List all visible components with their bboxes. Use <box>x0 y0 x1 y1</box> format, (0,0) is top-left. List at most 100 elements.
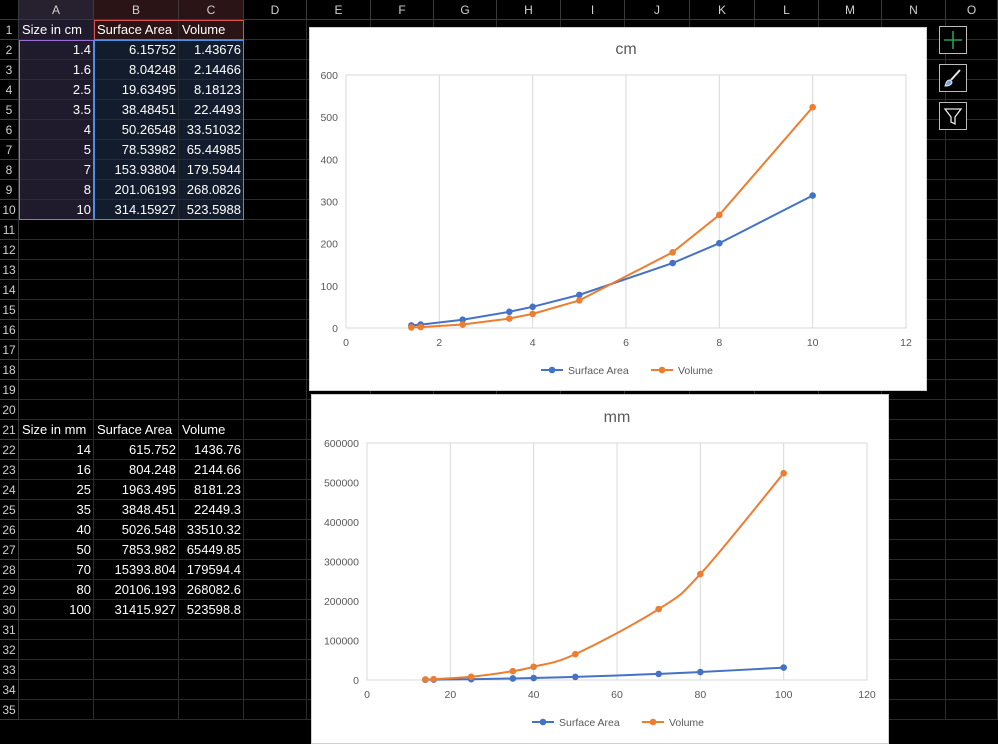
column-header-j[interactable]: J <box>625 0 690 20</box>
grid-cell[interactable] <box>94 280 179 300</box>
grid-cell[interactable] <box>244 100 307 120</box>
grid-cell[interactable] <box>179 340 244 360</box>
column-header-k[interactable]: K <box>690 0 755 20</box>
grid-cell[interactable] <box>244 280 307 300</box>
grid-cell[interactable] <box>179 380 244 400</box>
grid-cell[interactable] <box>244 20 307 40</box>
grid-cell[interactable] <box>946 180 998 200</box>
grid-cell[interactable] <box>882 620 946 640</box>
column-header-c[interactable]: C <box>179 0 244 20</box>
grid-cell[interactable] <box>946 160 998 180</box>
grid-cell[interactable] <box>244 520 307 540</box>
grid-cell[interactable] <box>244 660 307 680</box>
grid-cell[interactable] <box>946 640 998 660</box>
grid-cell[interactable] <box>946 200 998 220</box>
grid-cell[interactable] <box>179 220 244 240</box>
grid-cell[interactable] <box>179 360 244 380</box>
table-cell[interactable]: 40 <box>19 520 94 540</box>
row-header-30[interactable]: 30 <box>0 600 19 620</box>
grid-cell[interactable] <box>179 280 244 300</box>
grid-cell[interactable] <box>882 480 946 500</box>
chart-cm[interactable]: cm 0 2 4 6 8 10 12 0 100 200 300 400 500 600 Surface Ar… <box>309 27 927 391</box>
column-header-l[interactable]: L <box>755 0 819 20</box>
grid-cell[interactable] <box>244 580 307 600</box>
table-cell[interactable]: 7853.982 <box>94 540 179 560</box>
row-header-10[interactable]: 10 <box>0 200 19 220</box>
grid-cell[interactable] <box>19 680 94 700</box>
grid-cell[interactable] <box>244 40 307 60</box>
row-header-27[interactable]: 27 <box>0 540 19 560</box>
grid-cell[interactable] <box>244 80 307 100</box>
table-cell[interactable]: 22449.3 <box>179 500 244 520</box>
grid-cell[interactable] <box>94 680 179 700</box>
grid-cell[interactable] <box>946 500 998 520</box>
row-header-13[interactable]: 13 <box>0 260 19 280</box>
grid-cell[interactable] <box>882 680 946 700</box>
grid-cell[interactable] <box>94 380 179 400</box>
row-header-15[interactable]: 15 <box>0 300 19 320</box>
grid-cell[interactable] <box>946 440 998 460</box>
row-header-9[interactable]: 9 <box>0 180 19 200</box>
grid-cell[interactable] <box>19 620 94 640</box>
grid-cell[interactable] <box>179 240 244 260</box>
grid-cell[interactable] <box>244 460 307 480</box>
column-header-m[interactable]: M <box>819 0 882 20</box>
column-header-o[interactable]: O <box>946 0 998 20</box>
table-cell[interactable]: 2144.66 <box>179 460 244 480</box>
table-cell[interactable]: 16 <box>19 460 94 480</box>
grid-cell[interactable] <box>946 540 998 560</box>
table-cell[interactable]: 31415.927 <box>94 600 179 620</box>
grid-cell[interactable] <box>882 440 946 460</box>
table-cell[interactable]: 268082.6 <box>179 580 244 600</box>
row-header-14[interactable]: 14 <box>0 280 19 300</box>
grid-cell[interactable] <box>244 140 307 160</box>
grid-cell[interactable] <box>946 140 998 160</box>
grid-cell[interactable] <box>179 680 244 700</box>
row-header-25[interactable]: 25 <box>0 500 19 520</box>
column-header-d[interactable]: D <box>244 0 307 20</box>
grid-cell[interactable] <box>946 520 998 540</box>
grid-cell[interactable] <box>19 320 94 340</box>
table-cell[interactable]: 804.248 <box>94 460 179 480</box>
column-header-f[interactable]: F <box>371 0 434 20</box>
grid-cell[interactable] <box>19 240 94 260</box>
grid-cell[interactable] <box>19 700 94 720</box>
grid-cell[interactable] <box>946 380 998 400</box>
grid-cell[interactable] <box>19 280 94 300</box>
grid-cell[interactable] <box>882 520 946 540</box>
grid-cell[interactable] <box>179 620 244 640</box>
table-cell[interactable]: 3848.451 <box>94 500 179 520</box>
row-header-12[interactable]: 12 <box>0 240 19 260</box>
column-header-n[interactable]: N <box>882 0 946 20</box>
row-header-5[interactable]: 5 <box>0 100 19 120</box>
row-header-3[interactable]: 3 <box>0 60 19 80</box>
grid-cell[interactable] <box>19 340 94 360</box>
table-header-2[interactable]: Volume <box>179 420 244 440</box>
table-cell[interactable]: 179594.4 <box>179 560 244 580</box>
column-header-i[interactable]: I <box>561 0 625 20</box>
grid-cell[interactable] <box>882 540 946 560</box>
select-all-corner[interactable] <box>0 0 19 20</box>
grid-cell[interactable] <box>179 640 244 660</box>
grid-cell[interactable] <box>244 440 307 460</box>
grid-cell[interactable] <box>946 560 998 580</box>
row-header-18[interactable]: 18 <box>0 360 19 380</box>
grid-cell[interactable] <box>244 620 307 640</box>
grid-cell[interactable] <box>179 320 244 340</box>
table-cell[interactable]: 5026.548 <box>94 520 179 540</box>
grid-cell[interactable] <box>94 220 179 240</box>
grid-cell[interactable] <box>946 700 998 720</box>
grid-cell[interactable] <box>244 340 307 360</box>
grid-cell[interactable] <box>244 240 307 260</box>
grid-cell[interactable] <box>179 700 244 720</box>
table-cell[interactable]: 100 <box>19 600 94 620</box>
grid-cell[interactable] <box>882 420 946 440</box>
table-cell[interactable]: 20106.193 <box>94 580 179 600</box>
table-cell[interactable]: 80 <box>19 580 94 600</box>
grid-cell[interactable] <box>244 360 307 380</box>
grid-cell[interactable] <box>244 480 307 500</box>
grid-cell[interactable] <box>19 360 94 380</box>
grid-cell[interactable] <box>179 300 244 320</box>
grid-cell[interactable] <box>244 560 307 580</box>
grid-cell[interactable] <box>946 220 998 240</box>
